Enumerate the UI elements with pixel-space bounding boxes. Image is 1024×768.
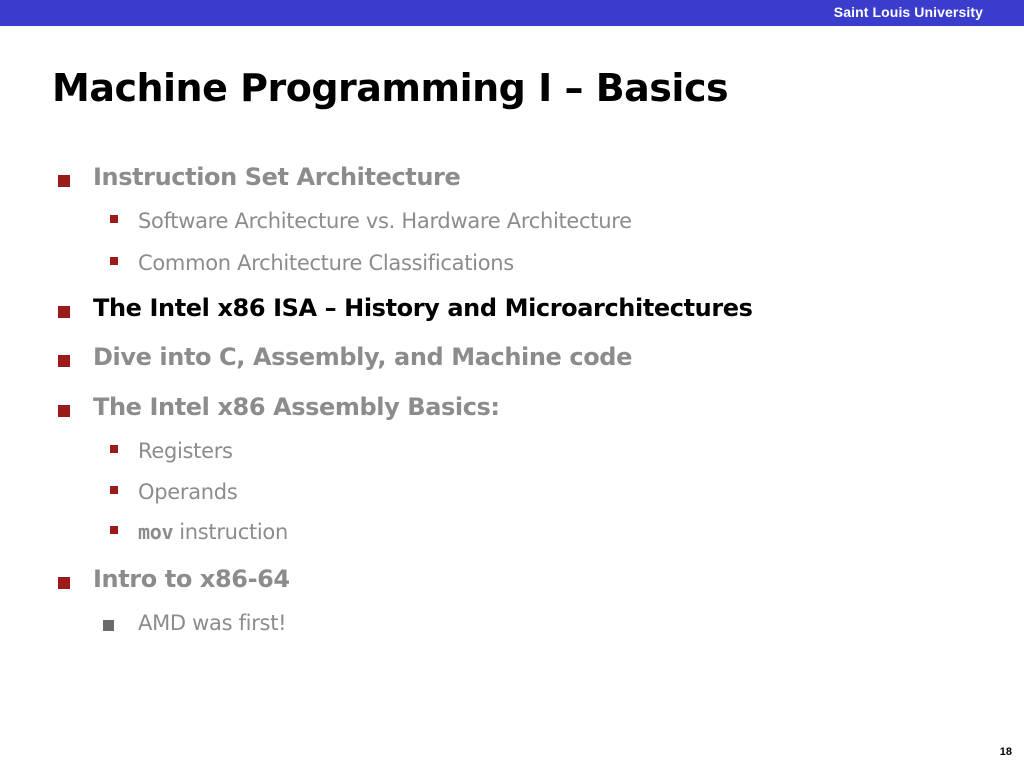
square-bullet-icon: [110, 445, 118, 453]
square-bullet-icon: [103, 620, 114, 631]
square-bullet-icon: [58, 577, 70, 589]
square-bullet-icon: [110, 257, 118, 265]
sub-bullet-text: AMD was first!: [138, 611, 287, 635]
square-bullet-icon: [58, 355, 70, 367]
bullet-text: Instruction Set Architecture: [93, 163, 461, 191]
square-bullet-icon: [58, 175, 70, 187]
square-bullet-icon: [110, 526, 118, 534]
sub-bullet-text: Registers: [138, 439, 233, 463]
sub-bullet-text: Software Architecture vs. Hardware Archi…: [138, 209, 632, 233]
bullet-text: Intro to x86-64: [93, 565, 290, 593]
code-mov: mov: [138, 520, 174, 544]
header-bar: Saint Louis University: [0, 0, 1024, 26]
university-name: Saint Louis University: [833, 4, 983, 20]
bullet-text: The Intel x86 Assembly Basics:: [93, 393, 500, 421]
square-bullet-icon: [110, 486, 118, 494]
page-number: 18: [999, 746, 1012, 758]
bullet-text: Dive into C, Assembly, and Machine code: [93, 343, 632, 371]
square-bullet-icon: [58, 405, 70, 417]
sub-bullet-text: instruction: [179, 520, 288, 544]
sub-bullet-text: Common Architecture Classifications: [138, 251, 514, 275]
square-bullet-icon: [110, 215, 118, 223]
slide-title: Machine Programming I – Basics: [52, 66, 729, 110]
sub-bullet-mov: mov instruction: [138, 520, 288, 544]
square-bullet-icon: [58, 306, 70, 318]
bullet-text: The Intel x86 ISA – History and Microarc…: [93, 294, 753, 322]
sub-bullet-text: Operands: [138, 480, 238, 504]
